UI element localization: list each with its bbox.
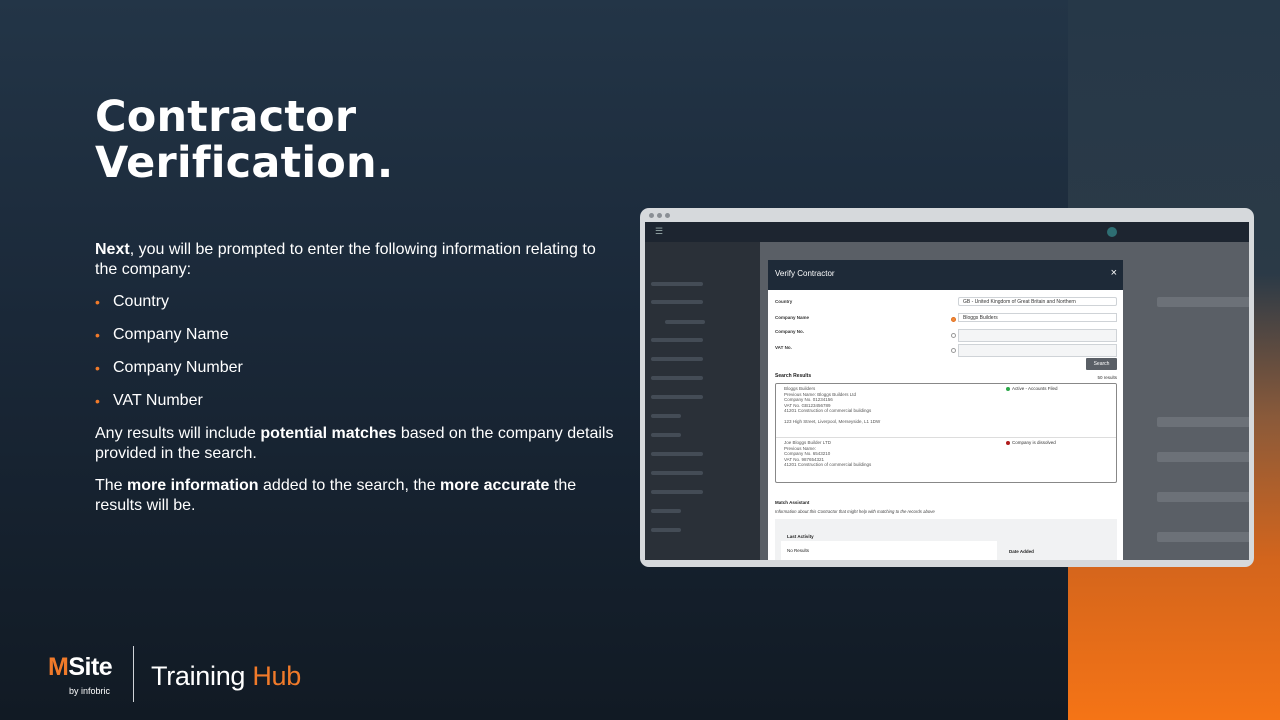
background-block [1157, 532, 1249, 542]
status-text: Company is dissolved [1012, 440, 1056, 445]
sidebar-item [651, 280, 753, 287]
search-button[interactable]: Search [1086, 358, 1117, 370]
bullet-icon: • [95, 360, 100, 376]
status-dot-icon [1006, 440, 1010, 445]
slide-title: Contractor Verification. [95, 92, 394, 188]
list-item: • Company Name [95, 325, 620, 345]
background-block [1157, 417, 1249, 427]
sidebar-item [651, 526, 753, 533]
text-bold: potential matches [260, 425, 397, 442]
text: Any results will include [95, 425, 261, 442]
company-name-label: Company Name [775, 315, 810, 320]
sidebar-item [651, 412, 753, 419]
results-count: 50 results [1097, 375, 1117, 380]
company-no-radio[interactable] [951, 333, 956, 338]
logo-divider [133, 646, 134, 702]
close-icon[interactable]: × [1111, 267, 1117, 279]
background-block [1157, 452, 1249, 462]
hub-text: Training [151, 661, 253, 691]
date-added-label: Date Added [1009, 549, 1034, 554]
sidebar-item [651, 488, 753, 495]
result-item[interactable]: Bloggs Builders Previous Name: Bloggs Bu… [776, 384, 1116, 438]
training-hub-label: Training Hub [151, 661, 301, 692]
status-badge: Company is dissolved [1006, 440, 1056, 446]
result-sic: 41201 Construction of commercial buildin… [784, 408, 872, 414]
msite-logo: MSite [48, 653, 113, 682]
country-label: Country [775, 299, 793, 304]
company-no-label: Company No. [775, 329, 805, 334]
sidebar-item [651, 431, 753, 438]
background-block [1157, 297, 1249, 307]
last-activity-label: Last Activity [787, 534, 814, 539]
match-assistant-description: Information about this Contractor that m… [775, 509, 935, 514]
app-sidebar [645, 242, 760, 560]
bullet-icon: • [95, 294, 100, 310]
status-badge: Active - Accounts Filed [1006, 386, 1058, 392]
search-results-label: Search Results [775, 373, 812, 379]
matches-paragraph: Any results will include potential match… [95, 424, 620, 464]
byline: by infobric [69, 686, 111, 696]
modal-title: Verify Contractor [775, 269, 835, 278]
screenshot-frame: ☰ Verify Contractor × Country GB - Unite… [640, 208, 1254, 567]
vat-radio[interactable] [951, 348, 956, 353]
sidebar-item [651, 298, 753, 305]
bullet-text: Country [113, 293, 170, 310]
logo-m: M [48, 653, 69, 681]
sidebar-item [651, 450, 753, 457]
text-bold: more accurate [440, 477, 550, 494]
result-sic: 41201 Construction of commercial buildin… [784, 462, 872, 468]
vat-label: VAT No. [775, 345, 792, 350]
sidebar-item [651, 374, 753, 381]
country-select[interactable]: GB - United Kingdom of Great Britain and… [958, 297, 1117, 306]
menu-icon: ☰ [655, 226, 664, 236]
company-name-input[interactable]: Bloggs Builders [958, 313, 1117, 322]
modal-header: Verify Contractor × [768, 260, 1123, 290]
sidebar-item [651, 318, 753, 325]
sidebar-item [651, 469, 753, 476]
text: added to the search, the [258, 477, 441, 494]
bullet-icon: • [95, 393, 100, 409]
text-bold: more information [127, 477, 259, 494]
background-block [1157, 492, 1249, 502]
verify-contractor-modal: Verify Contractor × Country GB - United … [768, 260, 1123, 560]
accuracy-paragraph: The more information added to the search… [95, 476, 620, 516]
sidebar-item [651, 355, 753, 362]
vat-input[interactable] [958, 344, 1117, 357]
last-activity-card [781, 541, 997, 560]
bullet-icon: • [95, 327, 100, 343]
field-list: • Country • Company Name • Company Number •… [95, 292, 620, 411]
no-results-text: No Results [787, 548, 810, 553]
sidebar-item [651, 393, 753, 400]
intro-rest: , you will be prompted to enter the foll… [95, 241, 596, 278]
hub-text-accent: Hub [252, 661, 301, 691]
intro-paragraph: Next, you will be prompted to enter the … [95, 240, 620, 280]
slide-body: Next, you will be prompted to enter the … [95, 240, 620, 528]
company-name-radio[interactable] [951, 317, 956, 322]
app-screenshot: ☰ Verify Contractor × Country GB - Unite… [645, 222, 1249, 560]
intro-bold: Next [95, 241, 130, 258]
bullet-text: VAT Number [113, 392, 203, 409]
bullet-text: Company Name [113, 326, 229, 343]
app-top-bar: ☰ [645, 222, 1249, 242]
window-dots [649, 213, 670, 218]
result-item[interactable]: Joe Bloggs Builder LTD Previous Name: Co… [776, 438, 1116, 482]
avatar [1107, 227, 1117, 237]
logo-site: Site [68, 653, 113, 681]
footer-logo: MSite by infobric Training Hub [48, 646, 348, 702]
match-assistant-label: Match Assistant [775, 500, 810, 505]
status-dot-icon [1006, 386, 1010, 391]
sidebar-item [651, 507, 753, 514]
list-item: • VAT Number [95, 391, 620, 411]
company-no-input[interactable] [958, 329, 1117, 342]
search-results-list[interactable]: Bloggs Builders Previous Name: Bloggs Bu… [775, 383, 1117, 483]
status-text: Active - Accounts Filed [1012, 386, 1058, 391]
list-item: • Country [95, 292, 620, 312]
match-assistant-panel: Last Activity No Results Date Added [775, 519, 1117, 560]
result-address: 123 High Street, Liverpool, Merseyside, … [784, 418, 881, 424]
sidebar-item [651, 336, 753, 343]
text: The [95, 477, 128, 494]
bullet-text: Company Number [113, 359, 243, 376]
list-item: • Company Number [95, 358, 620, 378]
